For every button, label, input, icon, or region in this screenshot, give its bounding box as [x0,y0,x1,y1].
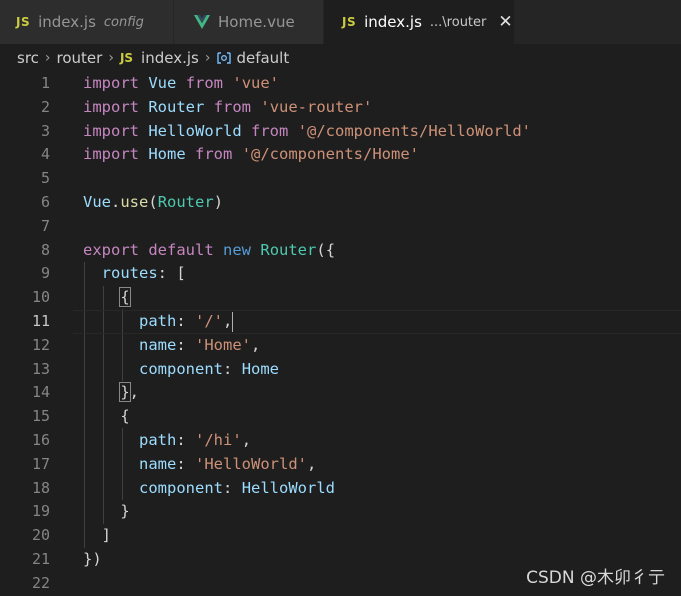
line-number: 21 [31,550,50,568]
code-editor[interactable]: 1 import Vue from 'vue' 2 import Router fro… [0,72,681,596]
line-number: 16 [31,431,50,449]
line-number: 2 [40,97,50,116]
javascript-file-icon: JS [119,51,134,65]
code-text: name: 'HelloWorld', [139,454,317,473]
javascript-file-icon: JS [16,15,31,29]
line-number: 22 [31,573,50,592]
code-line[interactable]: 15 { [0,405,681,429]
code-line[interactable]: 4 import Home from '@/components/Home' [0,143,681,167]
code-text: component: HelloWorld [139,478,336,497]
code-line[interactable]: 17 name: 'HelloWorld', [0,453,681,477]
code-text: path: '/hi', [139,431,252,449]
line-number: 4 [40,145,50,164]
code-text: path: '/', [139,311,234,332]
text-cursor [232,311,234,332]
tab-description: config [103,14,144,30]
code-line[interactable]: 7 [0,215,681,239]
line-number: 15 [31,407,50,426]
code-text: { [120,407,130,426]
breadcrumb-item-symbol[interactable]: default [236,49,289,67]
line-number: 12 [31,335,50,354]
javascript-file-icon: JS [342,15,357,29]
code-line[interactable]: 18 component: HelloWorld [0,477,681,501]
breadcrumb-item-file[interactable]: index.js [141,49,199,67]
chevron-right-icon: › [44,50,51,66]
chevron-right-icon: › [108,50,114,66]
line-number: 14 [31,383,50,402]
line-number: 17 [31,454,50,473]
line-number: 1 [40,74,50,92]
code-line[interactable]: 2 import Router from 'vue-router' [0,96,681,120]
code-line[interactable]: 3 import HelloWorld from '@/components/He… [0,120,681,144]
code-text: name: 'Home', [139,335,261,354]
code-line[interactable]: 1 import Vue from 'vue' [0,72,681,96]
code-line[interactable]: 9 routes: [ [0,262,681,286]
code-text: import Vue from 'vue' [83,74,280,92]
code-text: import HelloWorld from '@/components/Hel… [83,121,531,140]
code-text: { [119,287,131,308]
tab-label: index.js [364,13,422,31]
code-line[interactable]: 19 } [0,500,681,524]
code-line[interactable]: 20 ] [0,524,681,548]
code-text: import Router from 'vue-router' [83,97,373,116]
breadcrumb-item-src[interactable]: src [17,49,39,67]
code-line[interactable]: 6 Vue.use(Router) [0,191,681,215]
code-line[interactable]: 11 path: '/', [0,310,681,334]
tab-label: Home.vue [218,13,295,31]
chevron-right-icon: › [204,50,211,66]
code-text: export default new Router({ [83,240,336,259]
code-line[interactable]: 8 export default new Router({ [0,239,681,263]
code-text: } [120,502,130,521]
vue-logo-icon [194,15,210,29]
line-number: 6 [40,193,50,211]
line-number: 11 [31,312,50,330]
code-text: Vue.use(Router) [83,193,224,211]
line-number: 5 [40,169,50,188]
breadcrumb: src › router › JS index.js › default [0,44,681,72]
tab-home-vue[interactable]: Home.vue [174,0,324,44]
code-text: component: Home [139,359,280,378]
tab-description: ...\router [429,14,487,30]
line-number: 19 [31,502,50,521]
code-line[interactable]: 10 { [0,286,681,310]
line-number: 9 [40,264,50,283]
line-number: 20 [31,526,50,545]
code-line[interactable]: 16 path: '/hi', [0,429,681,453]
tab-index-js-router[interactable]: JS index.js ...\router ✕ [324,0,515,44]
line-number: 13 [31,359,50,378]
line-number: 8 [40,240,50,259]
symbol-module-icon [216,51,232,65]
breadcrumb-item-router[interactable]: router [57,49,103,67]
line-number: 3 [40,121,50,140]
close-icon[interactable]: ✕ [498,12,512,32]
line-number: 18 [31,478,50,497]
tab-index-js-config[interactable]: JS index.js config [0,0,174,44]
line-number: 7 [40,216,50,235]
editor-tab-bar: JS index.js config Home.vue JS index.js … [0,0,681,44]
code-line[interactable]: 14 }, [0,381,681,405]
code-text: routes: [ [101,264,186,283]
tab-label: index.js [38,13,96,31]
code-text: }, [119,382,140,403]
code-line[interactable]: 12 name: 'Home', [0,334,681,358]
code-text: ] [101,526,112,545]
line-number: 10 [31,288,50,307]
watermark: CSDN @木卯彳亍 [526,568,665,588]
code-line[interactable]: 13 component: Home [0,358,681,382]
code-text: import Home from '@/components/Home' [83,145,419,164]
code-line[interactable]: 5 [0,167,681,191]
code-text: }) [83,550,102,568]
